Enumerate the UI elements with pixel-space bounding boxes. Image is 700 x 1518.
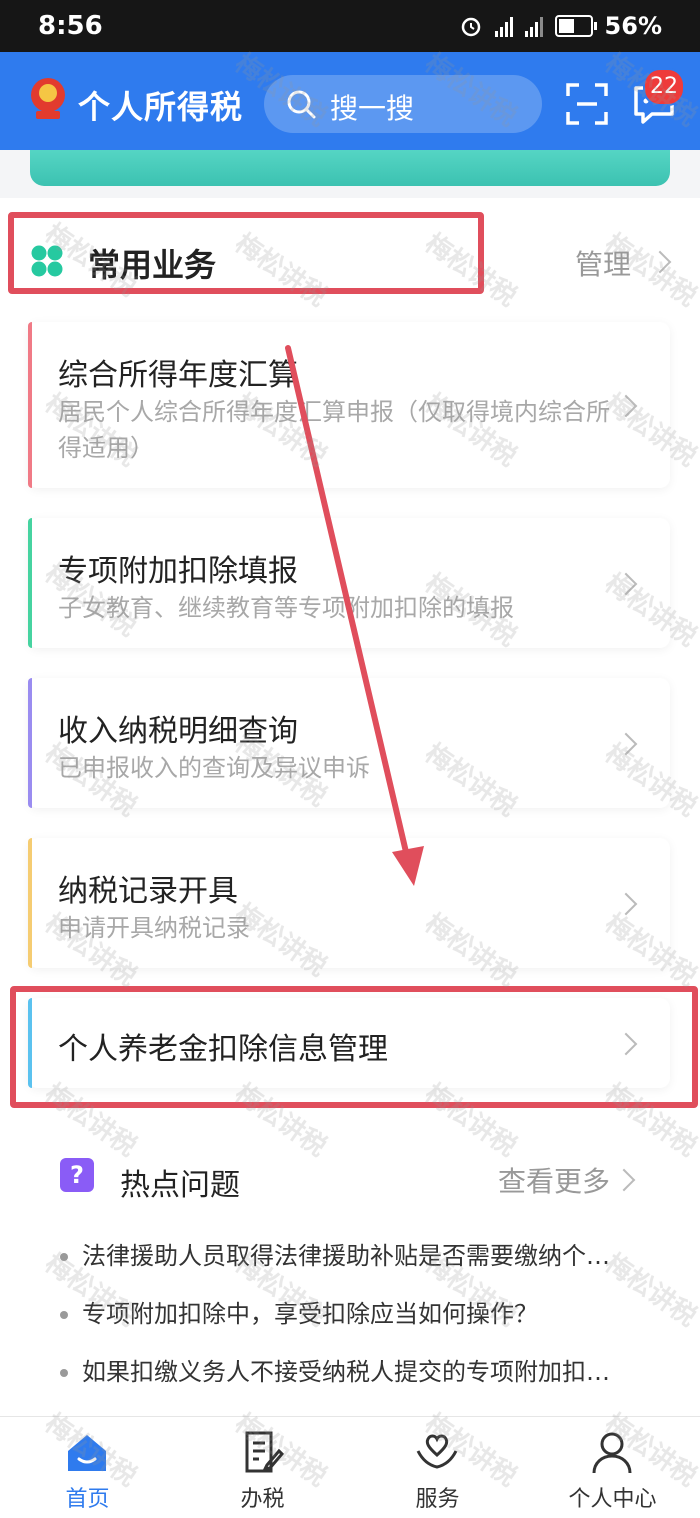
alarm-icon xyxy=(461,17,480,37)
hot-question[interactable]: 法律援助人员取得法律援助补贴是否需要缴纳个… xyxy=(60,1236,610,1271)
signal-icon-2 xyxy=(524,15,543,37)
tab-label: 办税 xyxy=(240,1487,285,1512)
card-desc: 已申报收入的查询及异议申诉 xyxy=(58,754,370,782)
card-accent xyxy=(28,518,32,648)
card-accent xyxy=(28,678,32,808)
hot-title: 热点问题 xyxy=(120,1168,240,1203)
view-more-label: 查看更多 xyxy=(498,1165,611,1198)
scan-icon[interactable] xyxy=(565,82,609,126)
app-header: 个人所得税 搜一搜 22 xyxy=(0,52,700,150)
status-bar: 8:56 56% xyxy=(0,0,700,52)
question-icon: ? xyxy=(60,1158,94,1192)
view-more-link[interactable]: 查看更多 xyxy=(498,1160,610,1200)
status-icons: 56% xyxy=(459,12,662,40)
battery-percent: 56% xyxy=(604,12,662,40)
hot-question[interactable]: 如果扣缴义务人不接受纳税人提交的专项附加扣… xyxy=(60,1352,610,1387)
card-accent xyxy=(28,322,32,488)
signal-icon-1 xyxy=(494,15,513,37)
card-title: 纳税记录开具 xyxy=(58,874,238,909)
card-desc: 居民个人综合所得年度汇算申报（仅取得境内综合所得适用） xyxy=(58,398,610,462)
banner-image xyxy=(30,150,670,186)
card-desc: 子女教育、继续教育等专项附加扣除的填报 xyxy=(58,594,514,622)
card-desc: 申请开具纳税记录 xyxy=(58,914,250,942)
status-time: 8:56 xyxy=(38,11,103,41)
search-placeholder: 搜一搜 xyxy=(330,92,415,125)
app-title: 个人所得税 xyxy=(78,88,244,126)
card-title: 综合所得年度汇算 xyxy=(58,358,298,393)
battery-icon xyxy=(554,15,597,37)
card-accent xyxy=(28,838,32,968)
tax-emblem-icon xyxy=(31,78,65,119)
banner[interactable] xyxy=(0,150,700,190)
tab-label: 首页 xyxy=(65,1487,110,1512)
pension-highlight xyxy=(10,986,698,1108)
